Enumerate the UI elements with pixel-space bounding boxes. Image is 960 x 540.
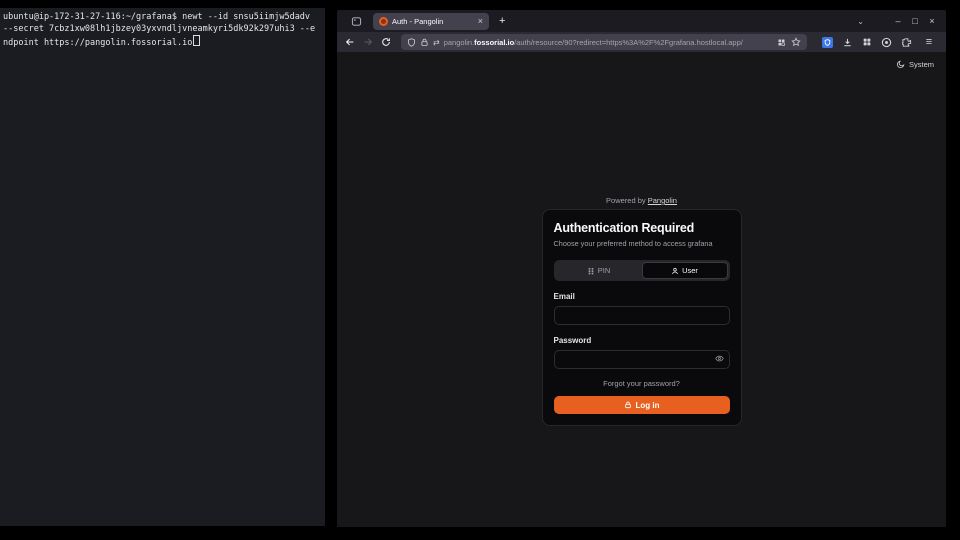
auth-method-tabs: PIN User <box>554 260 730 281</box>
maximize-button[interactable]: □ <box>907 17 923 26</box>
url-bar[interactable]: ⇄ pangolin.fossorial.io/auth/resource/90… <box>401 34 807 50</box>
powered-by: Powered by Pangolin <box>337 196 946 205</box>
tab-pin-label: PIN <box>598 266 611 275</box>
bookmark-star-icon[interactable] <box>791 37 801 47</box>
theme-label: System <box>909 60 934 69</box>
login-button-label: Log in <box>636 401 660 410</box>
menu-icon[interactable]: ≡ <box>921 37 937 48</box>
terminal-line-text: ndpoint https://pangolin.fossorial.io <box>3 38 192 48</box>
user-icon <box>671 267 679 275</box>
tab-pin[interactable]: PIN <box>556 262 642 279</box>
card-subtitle: Choose your preferred method to access g… <box>554 239 730 248</box>
url-bar-actions <box>777 37 801 47</box>
reload-icon[interactable] <box>379 35 393 49</box>
extensions-puzzle-icon[interactable] <box>901 37 912 48</box>
card-title: Authentication Required <box>554 221 730 235</box>
terminal-line: ubuntu@ip-172-31-27-116:~/grafana$ newt … <box>3 12 322 24</box>
password-visibility-icon[interactable] <box>715 354 724 363</box>
forgot-password-link[interactable]: Forgot your password? <box>554 379 730 388</box>
redirect-arrows-icon[interactable]: ⇄ <box>433 38 440 47</box>
terminal-cursor <box>193 35 200 46</box>
url-text: pangolin.fossorial.io/auth/resource/90?r… <box>444 38 773 47</box>
terminal-output: ubuntu@ip-172-31-27-116:~/grafana$ newt … <box>0 8 325 54</box>
url-domain: fossorial.io <box>474 38 514 47</box>
download-icon[interactable] <box>842 37 853 48</box>
auth-card: Authentication Required Choose your pref… <box>542 209 742 426</box>
powered-by-text: Powered by <box>606 196 648 205</box>
tab-list-chevron-icon[interactable]: ⌄ <box>857 17 864 26</box>
browser-tab-bar: Auth - Pangolin × + ⌄ – □ × <box>337 10 946 32</box>
shield-extension-icon[interactable] <box>822 37 833 48</box>
auth-page: System Powered by Pangolin Authenticatio… <box>337 52 946 527</box>
firefox-view-icon[interactable] <box>347 13 365 29</box>
terminal-line: --secret 7cbz1xw08lh1jbzey03yxvndljvneam… <box>3 24 322 36</box>
terminal-line: ndpoint https://pangolin.fossorial.io <box>3 35 322 50</box>
close-button[interactable]: × <box>924 17 940 26</box>
new-tab-button[interactable]: + <box>499 16 505 27</box>
tab-user[interactable]: User <box>642 262 728 279</box>
url-prefix: pangolin. <box>444 38 474 47</box>
email-label: Email <box>554 292 730 301</box>
tab-title: Auth - Pangolin <box>392 17 474 26</box>
back-icon[interactable] <box>343 35 357 49</box>
url-security-icons: ⇄ <box>407 38 440 47</box>
lock-icon[interactable] <box>420 38 429 47</box>
password-field[interactable] <box>554 350 730 369</box>
grid-extension-icon[interactable] <box>862 37 872 47</box>
circle-extension-icon[interactable] <box>881 37 892 48</box>
browser-tab-auth-pangolin[interactable]: Auth - Pangolin × <box>373 13 489 30</box>
terminal-window[interactable]: ubuntu@ip-172-31-27-116:~/grafana$ newt … <box>0 8 325 526</box>
theme-moon-icon <box>896 60 905 69</box>
toolbar-extensions: ≡ <box>822 37 940 48</box>
window-controls: ⌄ – □ × <box>857 17 940 26</box>
forward-icon[interactable] <box>361 35 375 49</box>
browser-window: Auth - Pangolin × + ⌄ – □ × <box>337 10 946 527</box>
pin-keypad-icon <box>587 267 595 275</box>
theme-toggle[interactable]: System <box>896 60 934 69</box>
tracking-protection-shield-icon[interactable] <box>407 38 416 47</box>
password-label: Password <box>554 336 730 345</box>
pangolin-favicon <box>379 17 388 26</box>
pangolin-link[interactable]: Pangolin <box>648 196 677 205</box>
tab-user-label: User <box>682 266 698 275</box>
url-path: /auth/resource/90?redirect=https%3A%2F%2… <box>514 38 743 47</box>
browser-toolbar: ⇄ pangolin.fossorial.io/auth/resource/90… <box>337 32 946 52</box>
email-field[interactable] <box>554 306 730 325</box>
minimize-button[interactable]: – <box>890 17 906 26</box>
tab-close-icon[interactable]: × <box>478 17 483 26</box>
desktop: ubuntu@ip-172-31-27-116:~/grafana$ newt … <box>0 0 960 540</box>
tab-grid-icon[interactable] <box>777 38 786 47</box>
lock-icon <box>624 401 632 409</box>
login-button[interactable]: Log in <box>554 396 730 414</box>
